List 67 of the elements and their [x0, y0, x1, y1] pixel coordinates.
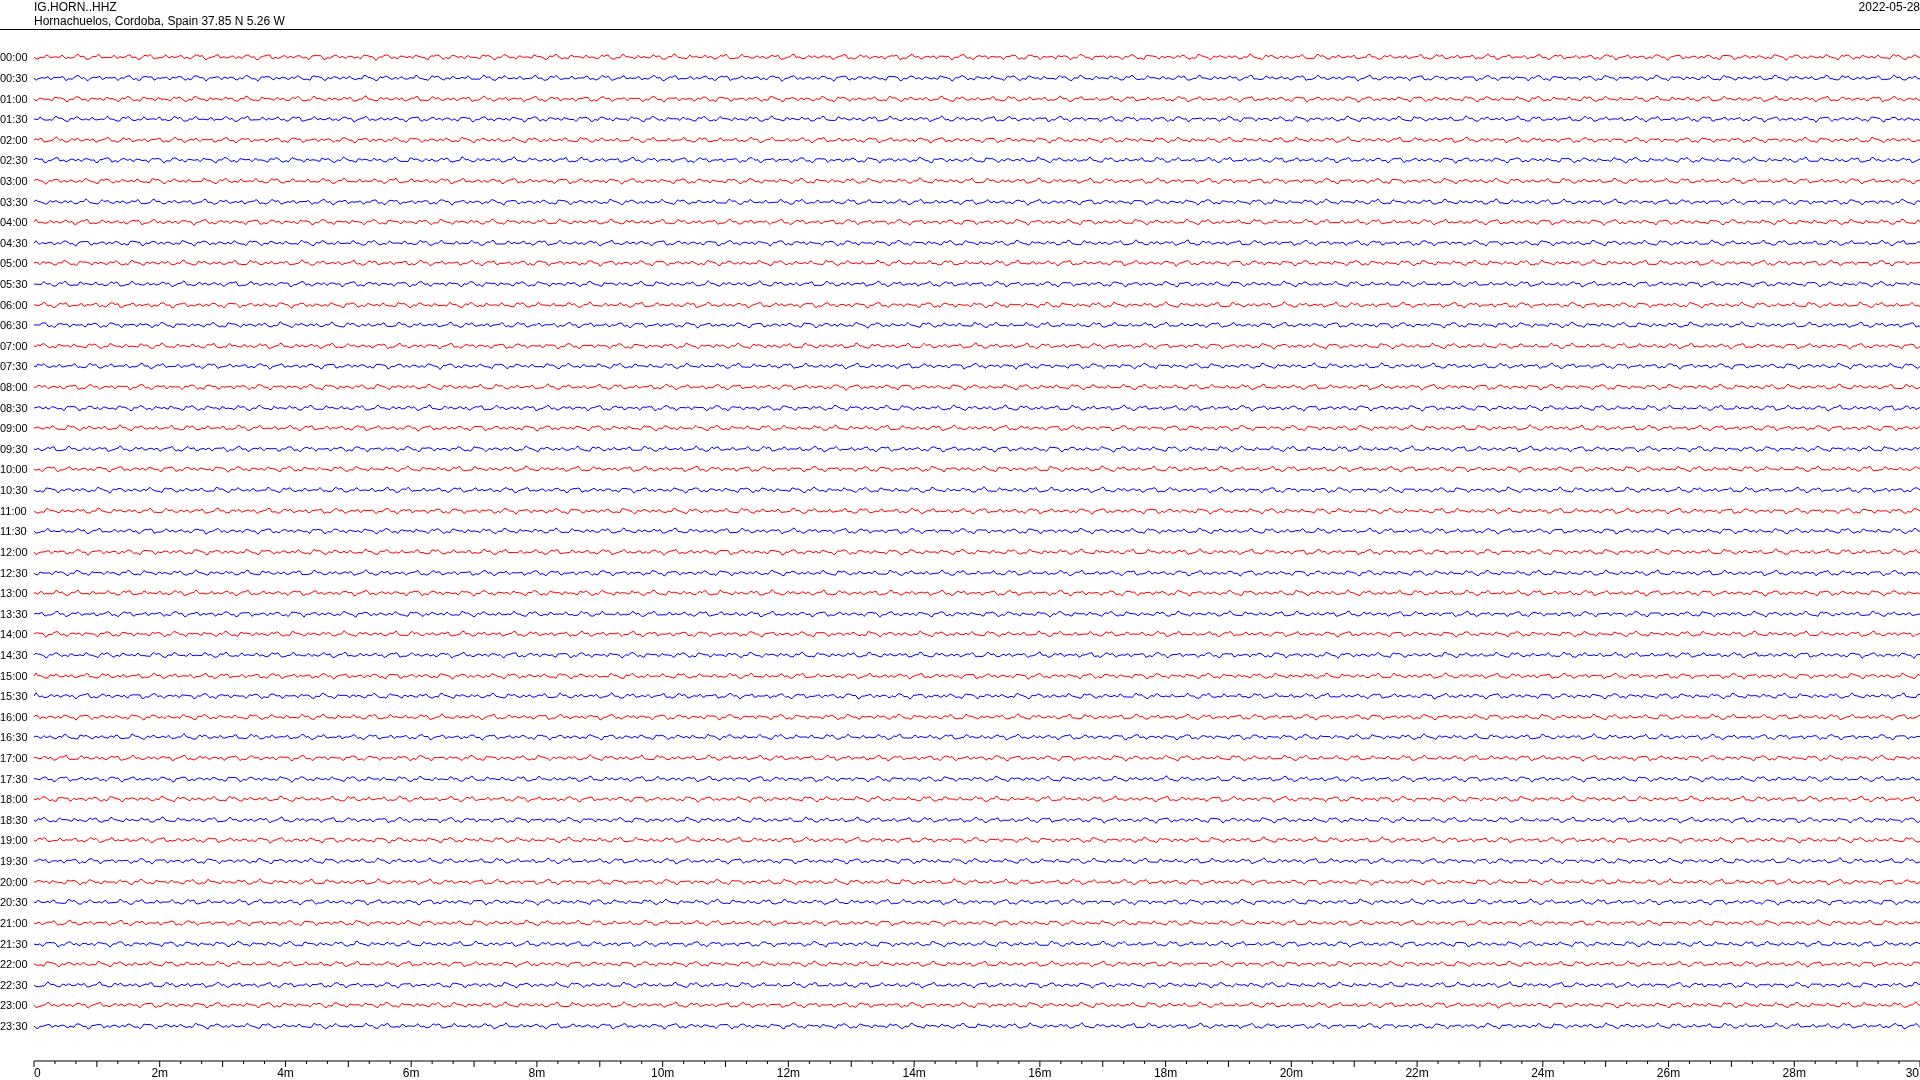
time-label: 08:00: [0, 381, 29, 394]
time-label: 09:00: [0, 422, 29, 435]
time-label: 22:00: [0, 958, 29, 971]
time-label: 03:00: [0, 174, 29, 187]
time-label: 04:00: [0, 216, 29, 229]
time-label: 03:30: [0, 195, 29, 208]
time-label: 23:30: [0, 1019, 29, 1032]
time-label: 12:30: [0, 566, 29, 579]
axis-tick-label: 20m: [1279, 1066, 1303, 1080]
station-location: Hornachuelos, Cordoba, Spain 37.85 N 5.26 W: [34, 14, 285, 28]
time-label: 12:00: [0, 545, 29, 558]
time-label: 23:00: [0, 999, 29, 1012]
time-label: 01:00: [0, 92, 29, 105]
time-label: 16:00: [0, 710, 29, 723]
time-label: 11:00: [0, 504, 28, 517]
axis-tick-label: 24m: [1531, 1066, 1555, 1080]
axis-tick-label: 18m: [1153, 1066, 1178, 1080]
time-label: 22:30: [0, 978, 29, 991]
time-label: 00:30: [0, 71, 29, 84]
time-label: 18:00: [0, 793, 29, 806]
time-label: 08:30: [0, 401, 29, 414]
axis-tick-label: 4m: [277, 1066, 294, 1080]
time-label: 06:00: [0, 298, 29, 311]
time-label: 07:30: [0, 360, 29, 373]
time-label: 14:00: [0, 628, 29, 641]
time-label: 02:00: [0, 133, 29, 146]
time-label: 13:30: [0, 607, 29, 620]
axis-tick-label: 10m: [651, 1066, 675, 1080]
time-label: 02:30: [0, 154, 29, 167]
time-label: 09:30: [0, 442, 29, 455]
axis-tick-label: 22m: [1405, 1066, 1429, 1080]
time-label: 15:30: [0, 690, 29, 703]
time-label: 04:30: [0, 236, 29, 249]
axis-tick-label: 26m: [1656, 1066, 1681, 1080]
axis-tick-label: 0: [34, 1066, 41, 1080]
axis-tick-label: 6m: [402, 1066, 420, 1080]
station-code: IG.HORN..HHZ: [34, 0, 118, 14]
time-label: 17:00: [0, 752, 29, 764]
axis-tick-label: 14m: [902, 1066, 926, 1080]
time-label: 21:30: [0, 937, 29, 950]
time-label: 17:30: [0, 772, 29, 785]
axis-tick-label: 8m: [528, 1066, 546, 1080]
time-label: 20:00: [0, 875, 29, 888]
time-label: 20:30: [0, 896, 29, 909]
axis-tick-label: 28m: [1782, 1066, 1806, 1080]
time-label: 05:30: [0, 278, 29, 290]
time-label: 21:00: [0, 916, 29, 929]
date-label: 2022-05-28: [1858, 0, 1920, 14]
time-label: 07:00: [0, 339, 29, 352]
axis-tick-label: 12m: [776, 1066, 801, 1080]
time-label: 19:30: [0, 855, 29, 868]
time-label: 06:30: [0, 319, 29, 332]
time-label: 16:30: [0, 731, 29, 744]
time-label: 11:30: [0, 525, 28, 538]
time-label: 10:00: [0, 463, 29, 476]
time-label: 00:00: [0, 51, 29, 64]
time-label: 14:30: [0, 648, 29, 661]
axis-tick-label: 2m: [151, 1066, 169, 1080]
axis-tick-label: 16m: [1028, 1066, 1052, 1080]
time-label: 18:30: [0, 813, 29, 826]
axis-tick-label: 30: [1905, 1066, 1919, 1080]
time-label: 05:00: [0, 257, 29, 270]
time-label: 15:00: [0, 669, 29, 682]
time-label: 10:30: [0, 484, 29, 497]
time-label: 19:00: [0, 834, 29, 847]
time-label: 13:00: [0, 587, 29, 600]
time-label: 01:30: [0, 113, 29, 126]
